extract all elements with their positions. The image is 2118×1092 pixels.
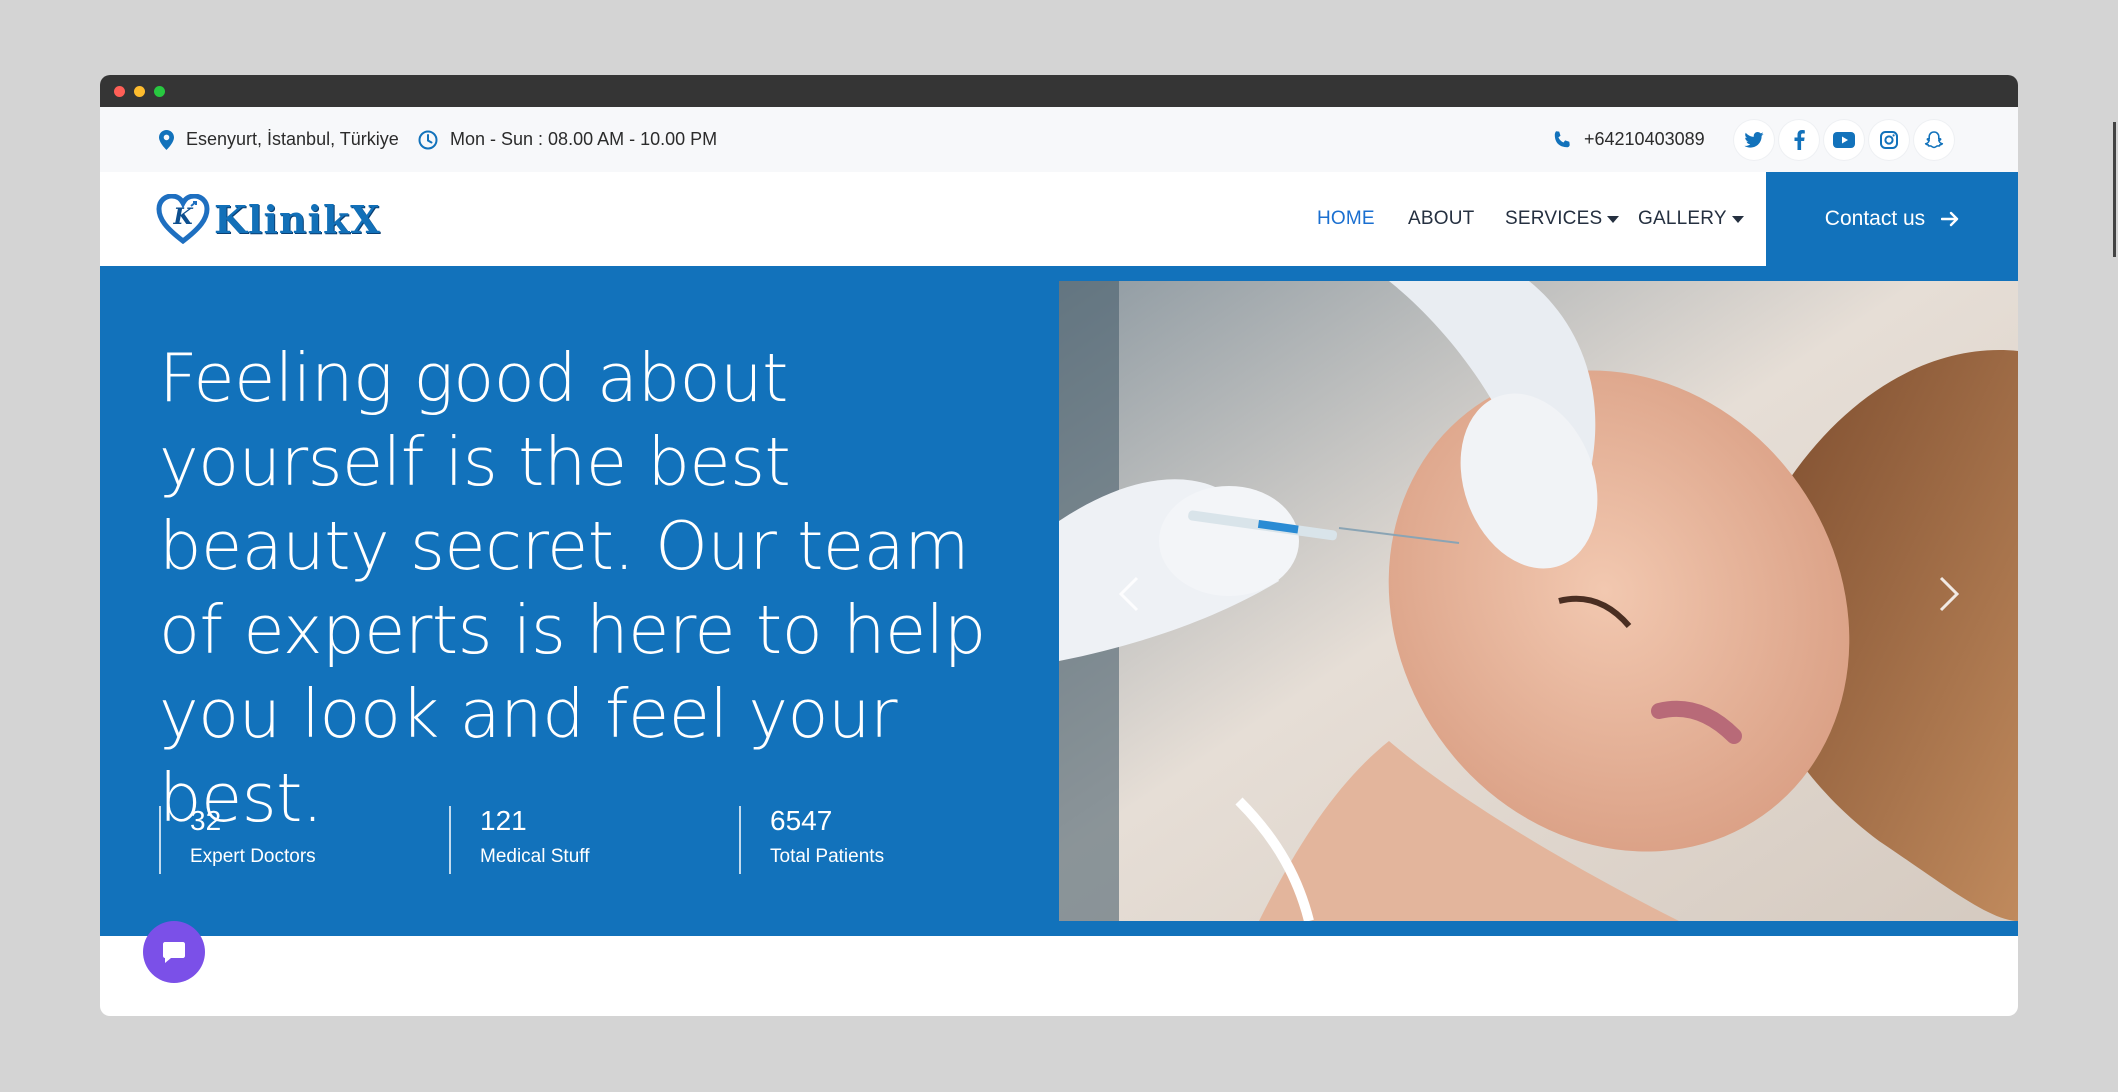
stat-value: 121 [480, 805, 527, 836]
caret-down-icon [1731, 215, 1744, 223]
phone-icon [1554, 130, 1570, 147]
main-navbar: K KlinikX HOME ABOUT SERVICES GALLERY Co… [100, 172, 2018, 266]
arrow-right-icon [1941, 211, 1959, 227]
instagram-icon [1880, 131, 1898, 149]
svg-text:K: K [172, 204, 193, 230]
phone-text: +64210403089 [1584, 129, 1705, 149]
minimize-window-button[interactable] [134, 86, 145, 97]
snapchat-link[interactable] [1914, 120, 1954, 160]
nav-gallery[interactable]: GALLERY [1638, 172, 1744, 266]
location-info: Esenyurt, İstanbul, Türkiye [159, 107, 399, 172]
clock-icon [418, 130, 438, 149]
stat-label: Medical Stuff [480, 846, 590, 867]
hero-photo-placeholder [1059, 281, 2018, 921]
slider-prev-icon[interactable] [1119, 576, 1139, 612]
nav-services[interactable]: SERVICES [1505, 172, 1620, 266]
maximize-window-button[interactable] [154, 86, 165, 97]
youtube-icon [1833, 132, 1855, 148]
instagram-link[interactable] [1869, 120, 1909, 160]
chat-icon [163, 942, 185, 963]
stat-label: Total Patients [770, 846, 885, 867]
facebook-icon [1794, 130, 1805, 150]
window-titlebar [100, 75, 2018, 107]
stat-value: 32 [190, 805, 222, 836]
stat-label: Expert Doctors [190, 846, 316, 867]
heart-logo-icon: K [156, 194, 210, 244]
chat-widget-button[interactable] [143, 921, 205, 983]
hero-image-slider[interactable] [1059, 281, 2018, 921]
nav-about[interactable]: ABOUT [1408, 172, 1474, 266]
contact-us-button[interactable]: Contact us [1766, 172, 2018, 266]
nav-home[interactable]: HOME [1317, 172, 1375, 266]
caret-down-icon [1607, 215, 1620, 223]
stat-total-patients: 6547 Total Patients [739, 806, 884, 874]
twitter-link[interactable] [1734, 120, 1774, 160]
slider-next-icon[interactable] [1939, 576, 1959, 612]
nav-services-label: SERVICES [1505, 208, 1603, 229]
hero-section: Feeling good about yourself is the best … [100, 266, 2018, 936]
nav-gallery-label: GALLERY [1638, 208, 1727, 229]
browser-window: Esenyurt, İstanbul, Türkiye Mon - Sun : … [100, 75, 2018, 1016]
hours-info: Mon - Sun : 08.00 AM - 10.00 PM [418, 107, 717, 172]
stat-medical-stuff: 121 Medical Stuff [449, 806, 589, 874]
stat-value: 6547 [770, 805, 833, 836]
phone-info[interactable]: +64210403089 [1552, 107, 1705, 172]
scrollbar[interactable] [2113, 122, 2116, 257]
brand-logo[interactable]: K KlinikX [156, 194, 381, 244]
snapchat-icon [1924, 131, 1944, 149]
top-info-bar: Esenyurt, İstanbul, Türkiye Mon - Sun : … [100, 107, 2018, 172]
close-window-button[interactable] [114, 86, 125, 97]
contact-us-label: Contact us [1824, 207, 1926, 230]
stat-expert-doctors: 32 Expert Doctors [159, 806, 316, 874]
hero-headline: Feeling good about yourself is the best … [159, 339, 986, 837]
map-pin-icon [159, 129, 174, 150]
location-text: Esenyurt, İstanbul, Türkiye [186, 129, 399, 149]
brand-name: KlinikX [214, 196, 381, 242]
hours-text: Mon - Sun : 08.00 AM - 10.00 PM [450, 129, 718, 149]
youtube-link[interactable] [1824, 120, 1864, 160]
twitter-icon [1744, 132, 1764, 148]
facebook-link[interactable] [1779, 120, 1819, 160]
